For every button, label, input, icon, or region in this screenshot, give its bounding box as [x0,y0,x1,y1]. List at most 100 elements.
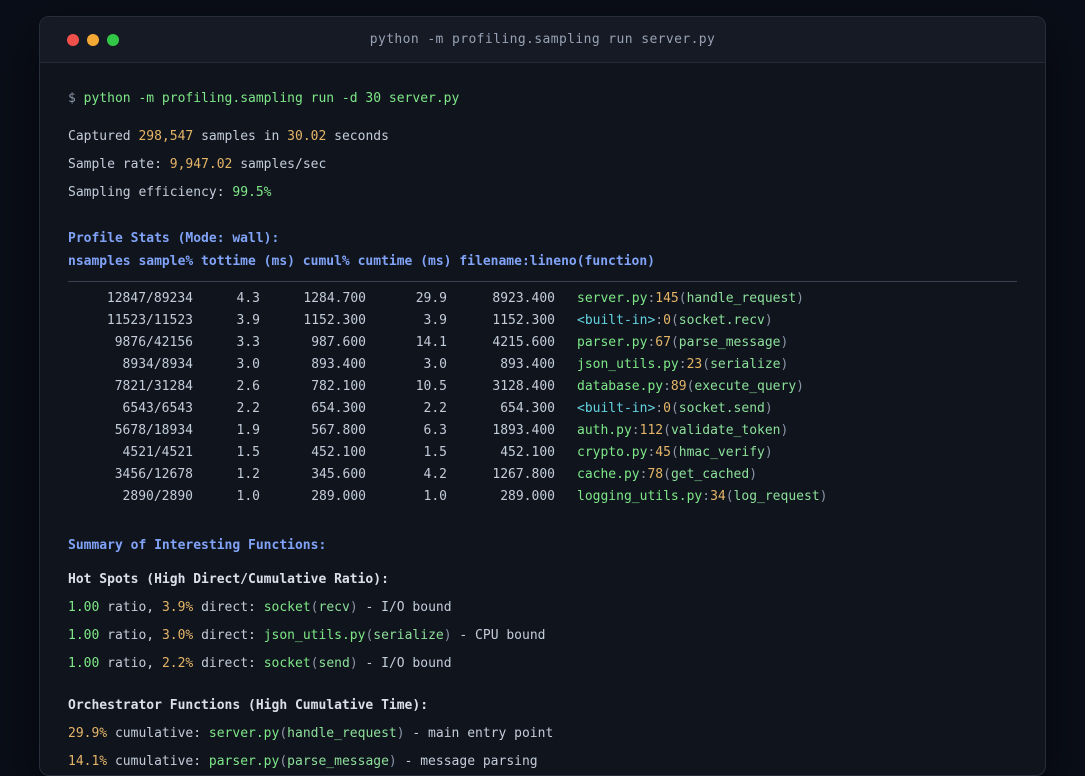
table-row: 9876/42156 3.3 987.600 14.1 4215.600 parser.p… [68,332,1017,354]
line-number: 145 [655,291,679,306]
cell-cumtime: 452.100 [500,445,555,460]
cell-nsamples: 6543/6543 [122,401,193,416]
close-button[interactable] [67,33,79,46]
table-row: 11523/11523 3.9 1152.300 3.9 1152.300 <built-… [68,310,1017,332]
text-segment: 3.0% [161,628,194,643]
text-segment: ratio, [99,600,162,615]
text-segment: handle_request [287,726,397,741]
text-segment: ( [663,423,671,438]
text-segment: 29.9% [68,726,108,741]
cell-cumul-percent: 6.3 [423,423,447,438]
table-divider [68,281,1017,282]
cell-location: <built-in>:0(socket.send) [577,398,773,420]
text-segment: serialize [373,628,444,643]
text-segment: - main entry point [404,726,554,741]
filename: crypto.py [577,445,648,460]
text-segment: json_utils.py [263,628,366,643]
cell-cumtime: 654.300 [500,401,555,416]
text-segment: 30.02 [287,129,327,144]
cell-cumtime: 8923.400 [492,291,555,306]
function-name: execute_query [694,379,797,394]
orchestrators-heading: Orchestrator Functions (High Cumulative … [68,698,429,713]
text-segment: 9,947.02 [169,157,233,172]
cell-cumtime: 4215.600 [492,335,555,350]
text-segment: direct: [193,628,264,643]
cell-nsamples: 12847/89234 [106,291,193,306]
cell-cumul-percent: 3.0 [423,357,447,372]
text-segment: ) [349,656,358,671]
text-segment: - I/O bound [357,656,452,671]
text-segment: ) [780,335,789,350]
text-segment: : [655,401,664,416]
text-segment: 2.2% [161,656,194,671]
cell-sample-percent: 2.2 [236,401,260,416]
cell-location: <built-in>:0(socket.recv) [577,310,773,332]
function-name: handle_request [686,291,797,306]
line-number: 0 [663,313,671,328]
text-segment: ( [678,291,687,306]
cell-tottime: 1152.300 [303,313,366,328]
window-title: python -m profiling.sampling run server.… [369,32,716,47]
line-number: 67 [655,335,671,350]
minimize-button[interactable] [87,33,99,46]
title-bar: python -m profiling.sampling run server.… [40,17,1045,63]
text-segment: ( [670,445,679,460]
command-line: $ python -m profiling.sampling run -d 30… [68,89,1017,109]
text-segment: samples/sec [232,157,327,172]
cell-cumtime: 289.000 [500,489,555,504]
cell-sample-percent: 1.9 [236,423,260,438]
function-name: serialize [710,357,781,372]
text-segment: ( [670,401,679,416]
cell-cumul-percent: 14.1 [415,335,447,350]
text-segment: 1.00 [68,656,100,671]
cell-nsamples: 5678/18934 [114,423,193,438]
maximize-button[interactable] [107,33,119,46]
text-segment: ( [663,467,671,482]
text-segment: 298,547 [138,129,194,144]
orchestrators-list: 29.9% cumulative: server.py(handle_reque… [68,724,1017,772]
text-segment: ( [279,754,288,769]
cell-location: parser.py:67(parse_message) [577,332,788,354]
orchestrator-line: 14.1% cumulative: parser.py(parse_messag… [68,752,1017,772]
cell-cumtime: 3128.400 [492,379,555,394]
text-segment: ) [396,726,405,741]
text-segment: : [663,379,671,394]
text-segment: ) [819,489,828,504]
text-segment: seconds [326,129,389,144]
terminal-window: python -m profiling.sampling run server.… [39,16,1046,776]
cell-sample-percent: 3.0 [236,357,260,372]
table-row: 4521/4521 1.5 452.100 1.5 452.100 crypto.py:4… [68,442,1017,464]
function-name: hmac_verify [678,445,765,460]
stat-line: Sampling efficiency: 99.5% [68,183,1017,203]
function-name: socket.recv [678,313,765,328]
profile-table: 12847/89234 4.3 1284.700 29.9 8923.400 server… [68,288,1017,508]
text-segment: ) [796,379,804,394]
function-name: parse_message [678,335,781,350]
cell-cumul-percent: 3.9 [423,313,447,328]
text-segment: samples in [193,129,288,144]
text-segment: : [702,489,711,504]
table-row: 3456/12678 1.2 345.600 4.2 1267.800 cache.py:… [68,464,1017,486]
cell-sample-percent: 1.2 [236,467,260,482]
line-number: 23 [686,357,703,372]
cell-nsamples: 11523/11523 [106,313,193,328]
text-segment: 3.9% [161,600,194,615]
line-number: 112 [639,423,664,438]
function-name: get_cached [670,467,750,482]
text-segment: cumulative: [107,726,209,741]
cell-tottime: 1284.700 [303,291,366,306]
text-segment: ) [764,401,773,416]
filename: logging_utils.py [577,489,703,504]
text-segment: ) [764,313,773,328]
text-segment: ( [702,357,711,372]
text-segment: ) [796,291,804,306]
cell-tottime: 893.400 [311,357,366,372]
stat-line: Captured 298,547 samples in 30.02 second… [68,127,1017,147]
filename: auth.py [577,423,632,438]
cell-location: auth.py:112(validate_token) [577,420,788,442]
text-segment: 99.5% [232,185,272,200]
cell-nsamples: 2890/2890 [122,489,193,504]
cell-tottime: 654.300 [311,401,366,416]
stat-line: Sample rate: 9,947.02 samples/sec [68,155,1017,175]
text-segment: Captured [68,129,139,144]
